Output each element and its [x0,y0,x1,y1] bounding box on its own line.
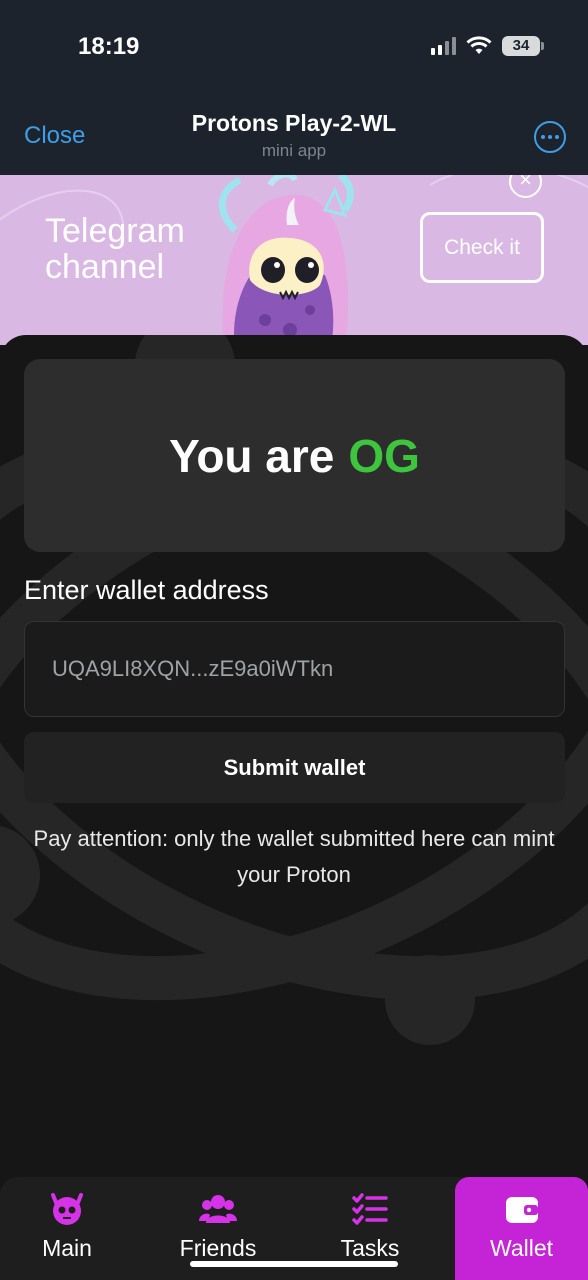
status-time: 18:19 [78,33,140,60]
nav-item-main[interactable]: Main [27,1177,107,1280]
telegram-banner[interactable]: Telegram channel Check it × [0,175,588,345]
nav-label-main: Main [42,1235,92,1261]
tasks-checklist-icon [352,1193,388,1225]
wallet-address-input[interactable]: UQA9LI8XQN...zE9a0iWTkn [24,621,565,717]
og-status-highlight: OG [348,429,420,482]
more-options-button[interactable] [534,121,566,153]
nav-item-wallet[interactable]: Wallet [455,1177,588,1280]
proton-mascot-image [218,175,354,345]
more-dot-icon [541,135,545,139]
og-status-card: You are OG [24,359,565,552]
more-dot-icon [548,135,552,139]
cellular-signal-icon [431,37,456,55]
app-subtitle: mini app [261,141,327,160]
og-status-prefix: You are [169,429,335,482]
app-title: Protons Play-2-WL [191,110,397,136]
check-it-button[interactable]: Check it [420,212,544,283]
status-bar: 18:19 34 [0,0,588,95]
wifi-icon [466,36,492,54]
submit-wallet-button[interactable]: Submit wallet [24,732,565,803]
nav-label-wallet: Wallet [489,1235,554,1261]
wallet-address-label: Enter wallet address [24,575,269,605]
wallet-note-text: Pay attention: only the wallet submitted… [33,826,555,887]
friends-icon [199,1195,237,1223]
proton-face-icon [51,1193,83,1225]
wallet-icon [505,1197,538,1223]
home-indicator[interactable] [190,1261,398,1267]
more-dot-icon [555,135,559,139]
status-icons: 34 [431,36,544,56]
nav-label-friends: Friends [179,1235,257,1261]
nav-label-tasks: Tasks [340,1235,400,1261]
app-header: Close Protons Play-2-WL mini app [0,95,588,175]
battery-icon: 34 [502,36,544,56]
wallet-panel: You are OG Enter wallet address UQA9LI8X… [0,335,588,1280]
